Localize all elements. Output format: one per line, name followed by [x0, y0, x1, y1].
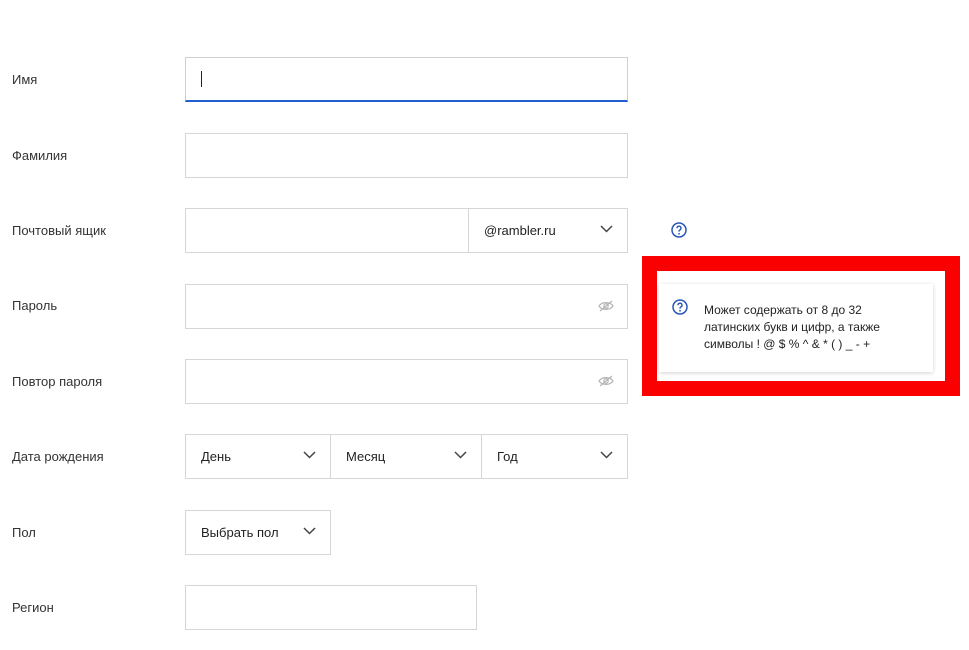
surname-input[interactable] — [186, 134, 627, 177]
text-cursor — [201, 71, 202, 87]
surname-field[interactable] — [185, 133, 628, 178]
password-repeat-input[interactable] — [186, 360, 627, 403]
gender-value: Выбрать пол — [201, 525, 279, 540]
chevron-down-icon — [303, 527, 316, 535]
surname-label: Фамилия — [12, 148, 68, 163]
gender-label: Пол — [12, 525, 36, 540]
domain-select[interactable]: @rambler.ru — [468, 208, 628, 253]
birthdate-label: Дата рождения — [12, 449, 104, 464]
gender-select[interactable]: Выбрать пол — [185, 510, 331, 555]
region-field[interactable] — [185, 585, 477, 630]
password-input[interactable] — [186, 285, 627, 328]
password-hint-tooltip: Может содержать от 8 до 32 латинских бук… — [659, 284, 933, 372]
mailbox-field[interactable] — [185, 208, 469, 253]
chevron-down-icon — [600, 225, 613, 233]
chevron-down-icon — [600, 451, 613, 459]
chevron-down-icon — [454, 451, 467, 459]
region-label: Регион — [12, 600, 54, 615]
mailbox-label: Почтовый ящик — [12, 223, 106, 238]
tooltip-line: символы ! @ $ % ^ & * ( ) _ - + — [704, 337, 871, 351]
name-label: Имя — [12, 72, 38, 87]
day-select[interactable]: День — [185, 434, 331, 479]
password-label: Пароль — [12, 298, 58, 313]
tooltip-line: латинских букв и цифр, а также — [704, 320, 880, 334]
help-icon[interactable] — [671, 222, 687, 238]
month-select[interactable]: Месяц — [330, 434, 482, 479]
year-value: Год — [497, 449, 518, 464]
day-value: День — [201, 449, 231, 464]
mailbox-input[interactable] — [186, 209, 468, 252]
region-input[interactable] — [186, 586, 476, 629]
tooltip-line: Может содержать от 8 до 32 — [704, 303, 862, 317]
month-value: Месяц — [346, 449, 386, 464]
year-select[interactable]: Год — [481, 434, 628, 479]
help-icon — [672, 299, 688, 315]
password-repeat-field[interactable] — [185, 359, 628, 404]
name-field[interactable] — [185, 57, 628, 102]
eye-icon[interactable] — [598, 375, 614, 387]
password-field[interactable] — [185, 284, 628, 329]
name-input[interactable] — [186, 58, 627, 100]
tooltip-text: Может содержать от 8 до 32 латинских бук… — [704, 302, 924, 353]
eye-icon[interactable] — [598, 300, 614, 312]
domain-value: @rambler.ru — [484, 223, 556, 238]
password-repeat-label: Повтор пароля — [12, 374, 103, 389]
chevron-down-icon — [303, 451, 316, 459]
